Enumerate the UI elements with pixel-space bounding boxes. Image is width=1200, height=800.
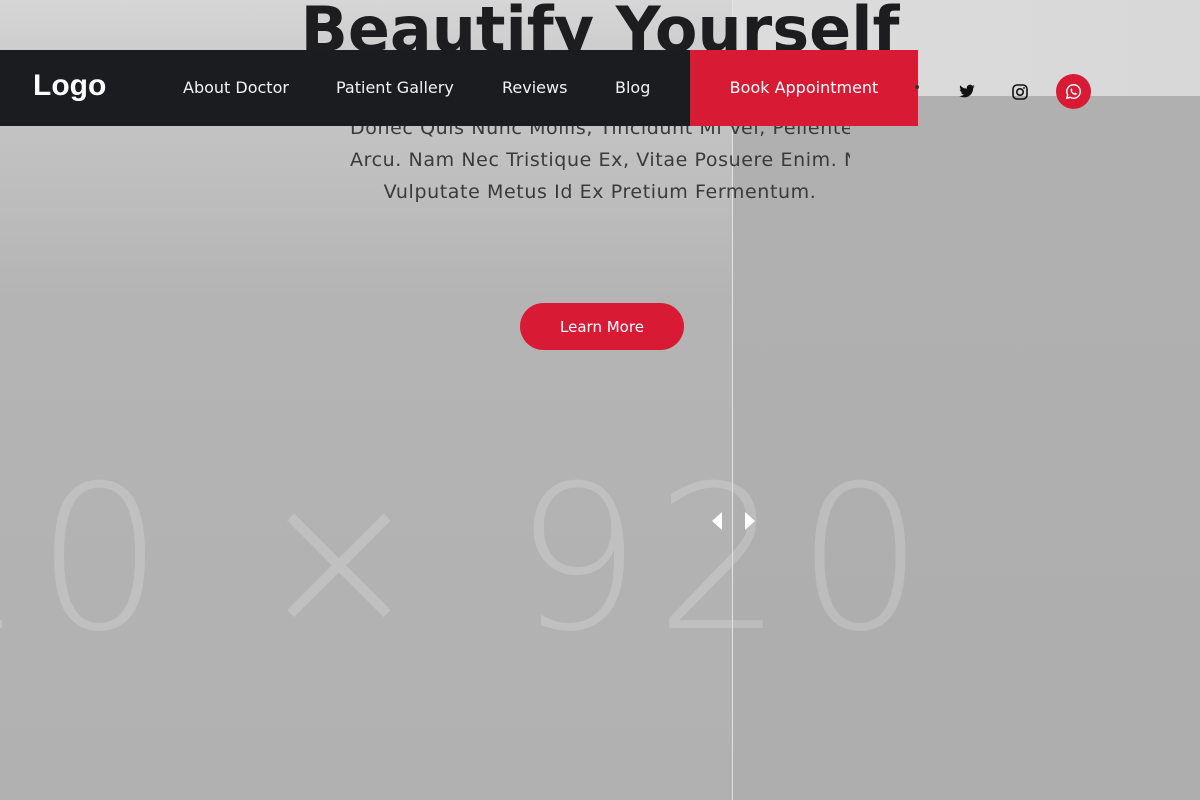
whatsapp-icon[interactable] — [1056, 74, 1091, 109]
slider-prev-arrow-icon[interactable] — [709, 510, 725, 532]
slider-next-arrow-icon[interactable] — [742, 510, 758, 532]
hero-description-line: Vulputate Metus Id Ex Pretium Fermentum. — [383, 181, 817, 203]
instagram-icon[interactable] — [1012, 84, 1028, 100]
nav-item-reviews[interactable]: Reviews — [502, 50, 567, 126]
nav-item-about-doctor[interactable]: About Doctor — [183, 50, 289, 126]
navbar: Logo About Doctor Patient Gallery Review… — [0, 50, 918, 126]
image-placeholder-text: 20 × 920 — [0, 443, 938, 676]
nav-item-patient-gallery[interactable]: Patient Gallery — [336, 50, 454, 126]
twitter-icon[interactable] — [958, 83, 976, 100]
decorative-dot — [915, 85, 919, 89]
nav-item-blog[interactable]: Blog — [615, 50, 650, 126]
page: 20 × 920 Beautify Yourself Donec Quis Nu… — [0, 0, 1200, 800]
book-appointment-button[interactable]: Book Appointment — [690, 50, 918, 126]
logo[interactable]: Logo — [33, 50, 106, 126]
learn-more-button[interactable]: Learn More — [520, 303, 684, 350]
hero-description: Donec Quis Nunc Mollis, Tincidunt Mi Vel… — [350, 112, 850, 208]
hero-description-line: Arcu. Nam Nec Tristique Ex, Vitae Posuer… — [350, 149, 850, 171]
